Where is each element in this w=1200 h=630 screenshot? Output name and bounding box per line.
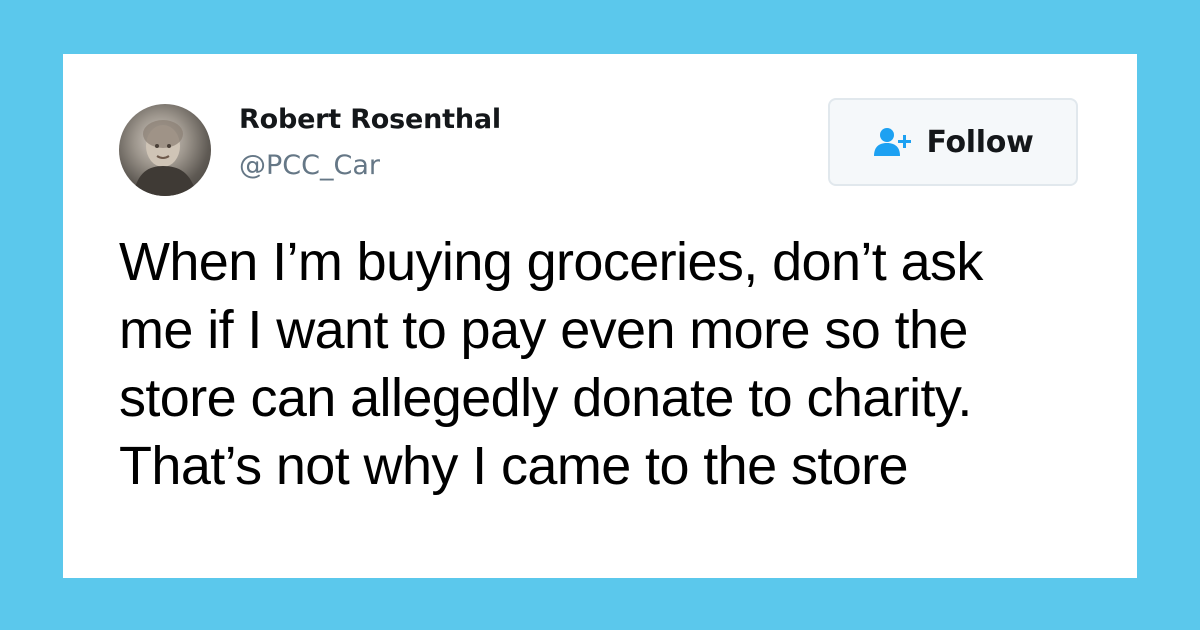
follow-button[interactable]: Follow xyxy=(828,98,1078,186)
tweet-text-line: When I’m buying groceries, don’t ask xyxy=(119,232,983,292)
tweet-text-line: me if I want to pay even more so the xyxy=(119,300,968,360)
tweet-text: When I’m buying groceries, don’t ask me … xyxy=(119,228,1099,500)
author-handle[interactable]: @PCC_Car xyxy=(239,150,380,181)
add-user-icon xyxy=(873,126,913,158)
tweet-text-line: store can allegedly donate to charity. xyxy=(119,368,972,428)
profile-photo-icon xyxy=(133,120,197,196)
follow-button-label: Follow xyxy=(926,124,1034,160)
tweet-text-line: That’s not why I came to the store xyxy=(119,436,909,496)
tweet-card: Robert Rosenthal @PCC_Car Follow When I’… xyxy=(63,54,1137,578)
author-name[interactable]: Robert Rosenthal xyxy=(239,104,501,135)
avatar[interactable] xyxy=(119,104,211,196)
